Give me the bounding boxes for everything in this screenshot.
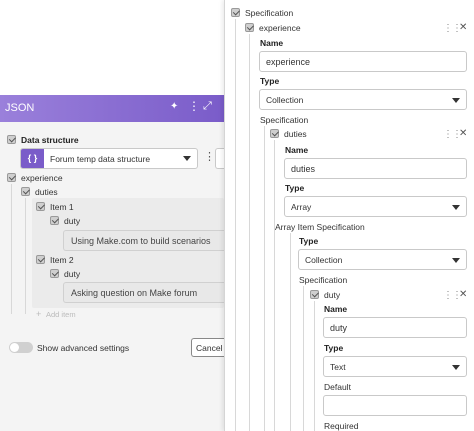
item2-duty-checkbox[interactable] [50,269,59,278]
specification-sub2-label: Specification [299,275,348,285]
item1-duty-input[interactable]: Using Make.com to build scenarios [63,230,224,251]
advanced-settings-label: Show advanced settings [37,343,130,353]
item1-checkbox[interactable] [36,202,45,211]
type-label: Type [260,76,280,86]
tree-guide [235,19,236,431]
chevron-down-icon [452,258,460,263]
name-input[interactable]: experience [259,51,467,72]
data-structure-more-icon[interactable]: ⋮ [204,152,215,163]
required-label: Required [324,421,359,431]
advanced-settings-toggle[interactable] [9,342,33,353]
duty-name-label: Name [324,304,348,314]
data-structure-value: Forum temp data structure [50,154,151,164]
duties-type-label: Type [285,183,305,193]
type-select[interactable]: Collection [259,89,467,110]
duties-name-value: duties [291,164,316,174]
tree-guide [303,286,304,431]
item1-duty-label: duty [64,216,81,226]
experience-checkbox[interactable] [7,173,16,182]
type-value: Collection [266,95,304,105]
duty-node-checkbox[interactable] [310,290,319,299]
tree-guide [11,184,12,314]
panel-header: JSON ✦ ⋮ ⤢ [0,95,224,122]
default-label: Default [324,382,351,392]
data-structure-add-button[interactable] [215,148,224,169]
array-item-type-value: Collection [305,255,343,265]
tree-guide [290,233,291,431]
toggle-knob [10,343,19,352]
duty-type-select[interactable]: Text [323,356,467,377]
duties-name-input[interactable]: duties [284,158,467,179]
more-options-icon[interactable]: ⋮ [188,100,200,112]
duty-name-value: duty [330,323,348,333]
item2-duty-input[interactable]: Asking question on Make forum [63,282,224,303]
item2-duty-value: Asking question on Make forum [71,288,198,298]
panel-title: JSON [5,102,35,114]
tree-guide [314,301,315,431]
duty-node-label: duty [324,290,341,300]
add-item-icon[interactable]: + [36,309,41,319]
tree-guide [249,34,250,431]
cancel-button[interactable]: Cancel [191,338,224,357]
close-icon[interactable]: ✕ [459,290,467,300]
item1-label: Item 1 [50,202,74,212]
array-item-type-select[interactable]: Collection [298,249,467,270]
duties-name-label: Name [285,145,309,155]
experience-node-checkbox[interactable] [245,23,254,32]
duty-type-value: Text [330,362,346,372]
specification-checkbox[interactable] [231,8,240,17]
name-value: experience [266,57,311,67]
chevron-down-icon [452,205,460,210]
item2-checkbox[interactable] [36,255,45,264]
specification-sub-label: Specification [260,115,309,125]
default-input[interactable] [323,395,467,416]
duties-type-value: Array [291,202,312,212]
array-item-spec-label: Array Item Specification [275,222,365,232]
expand-icon[interactable]: ⤢ [203,100,212,113]
chevron-down-icon [183,156,191,161]
tree-guide [264,126,265,431]
duties-node-checkbox[interactable] [270,129,279,138]
cancel-label: Cancel [196,343,223,353]
close-icon[interactable]: ✕ [459,129,467,139]
add-item-link[interactable]: Add item [46,310,76,319]
close-icon[interactable]: ✕ [459,23,467,33]
name-label: Name [260,38,284,48]
item1-duty-checkbox[interactable] [50,216,59,225]
tree-guide [274,140,275,431]
duty-name-input[interactable]: duty [323,317,467,338]
specification-label: Specification [245,8,294,18]
ai-sparkle-icon[interactable]: ✦ [170,101,178,112]
duty-type-label: Type [324,343,344,353]
data-structure-checkbox[interactable] [7,135,16,144]
item1-duty-value: Using Make.com to build scenarios [71,236,211,246]
data-structure-select[interactable]: { } Forum temp data structure [20,148,198,169]
duties-label: duties [35,187,58,197]
experience-node-label: experience [259,23,301,33]
tree-guide [25,198,26,314]
array-item-type-label: Type [299,236,319,246]
duties-node-label: duties [284,129,307,139]
duties-checkbox[interactable] [21,187,30,196]
duties-type-select[interactable]: Array [284,196,467,217]
chevron-down-icon [452,98,460,103]
chevron-down-icon [452,365,460,370]
experience-label: experience [21,173,63,183]
item2-duty-label: duty [64,269,81,279]
item2-label: Item 2 [50,255,74,265]
data-structure-icon: { } [21,149,44,168]
data-structure-label: Data structure [21,135,79,145]
